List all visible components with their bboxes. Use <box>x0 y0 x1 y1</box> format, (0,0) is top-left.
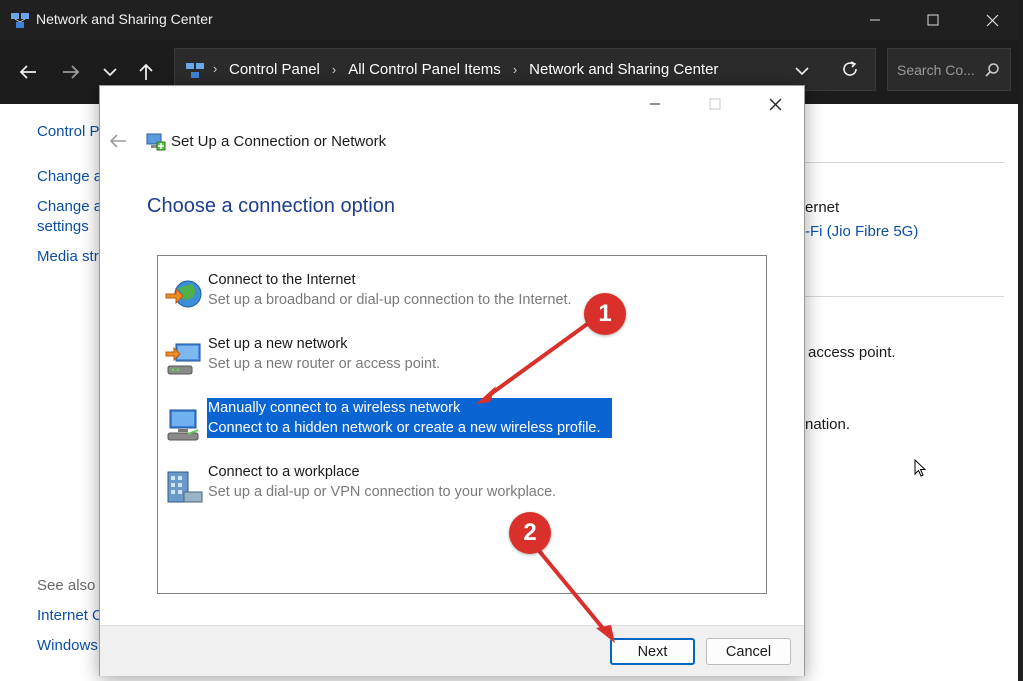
annotation-overlay <box>476 320 615 643</box>
option-description: Connect to a hidden network or create a … <box>208 420 601 436</box>
annotation-badge-1: 1 <box>584 293 626 335</box>
annotation-arrowhead-1 <box>476 386 496 404</box>
annotation-arrowhead-2 <box>596 625 615 643</box>
annotation-badge-2: 2 <box>509 512 551 554</box>
option-title: Manually connect to a wireless network <box>208 400 461 416</box>
annotation-arrow-1 <box>486 320 592 398</box>
annotation-arrow-2 <box>538 550 608 634</box>
